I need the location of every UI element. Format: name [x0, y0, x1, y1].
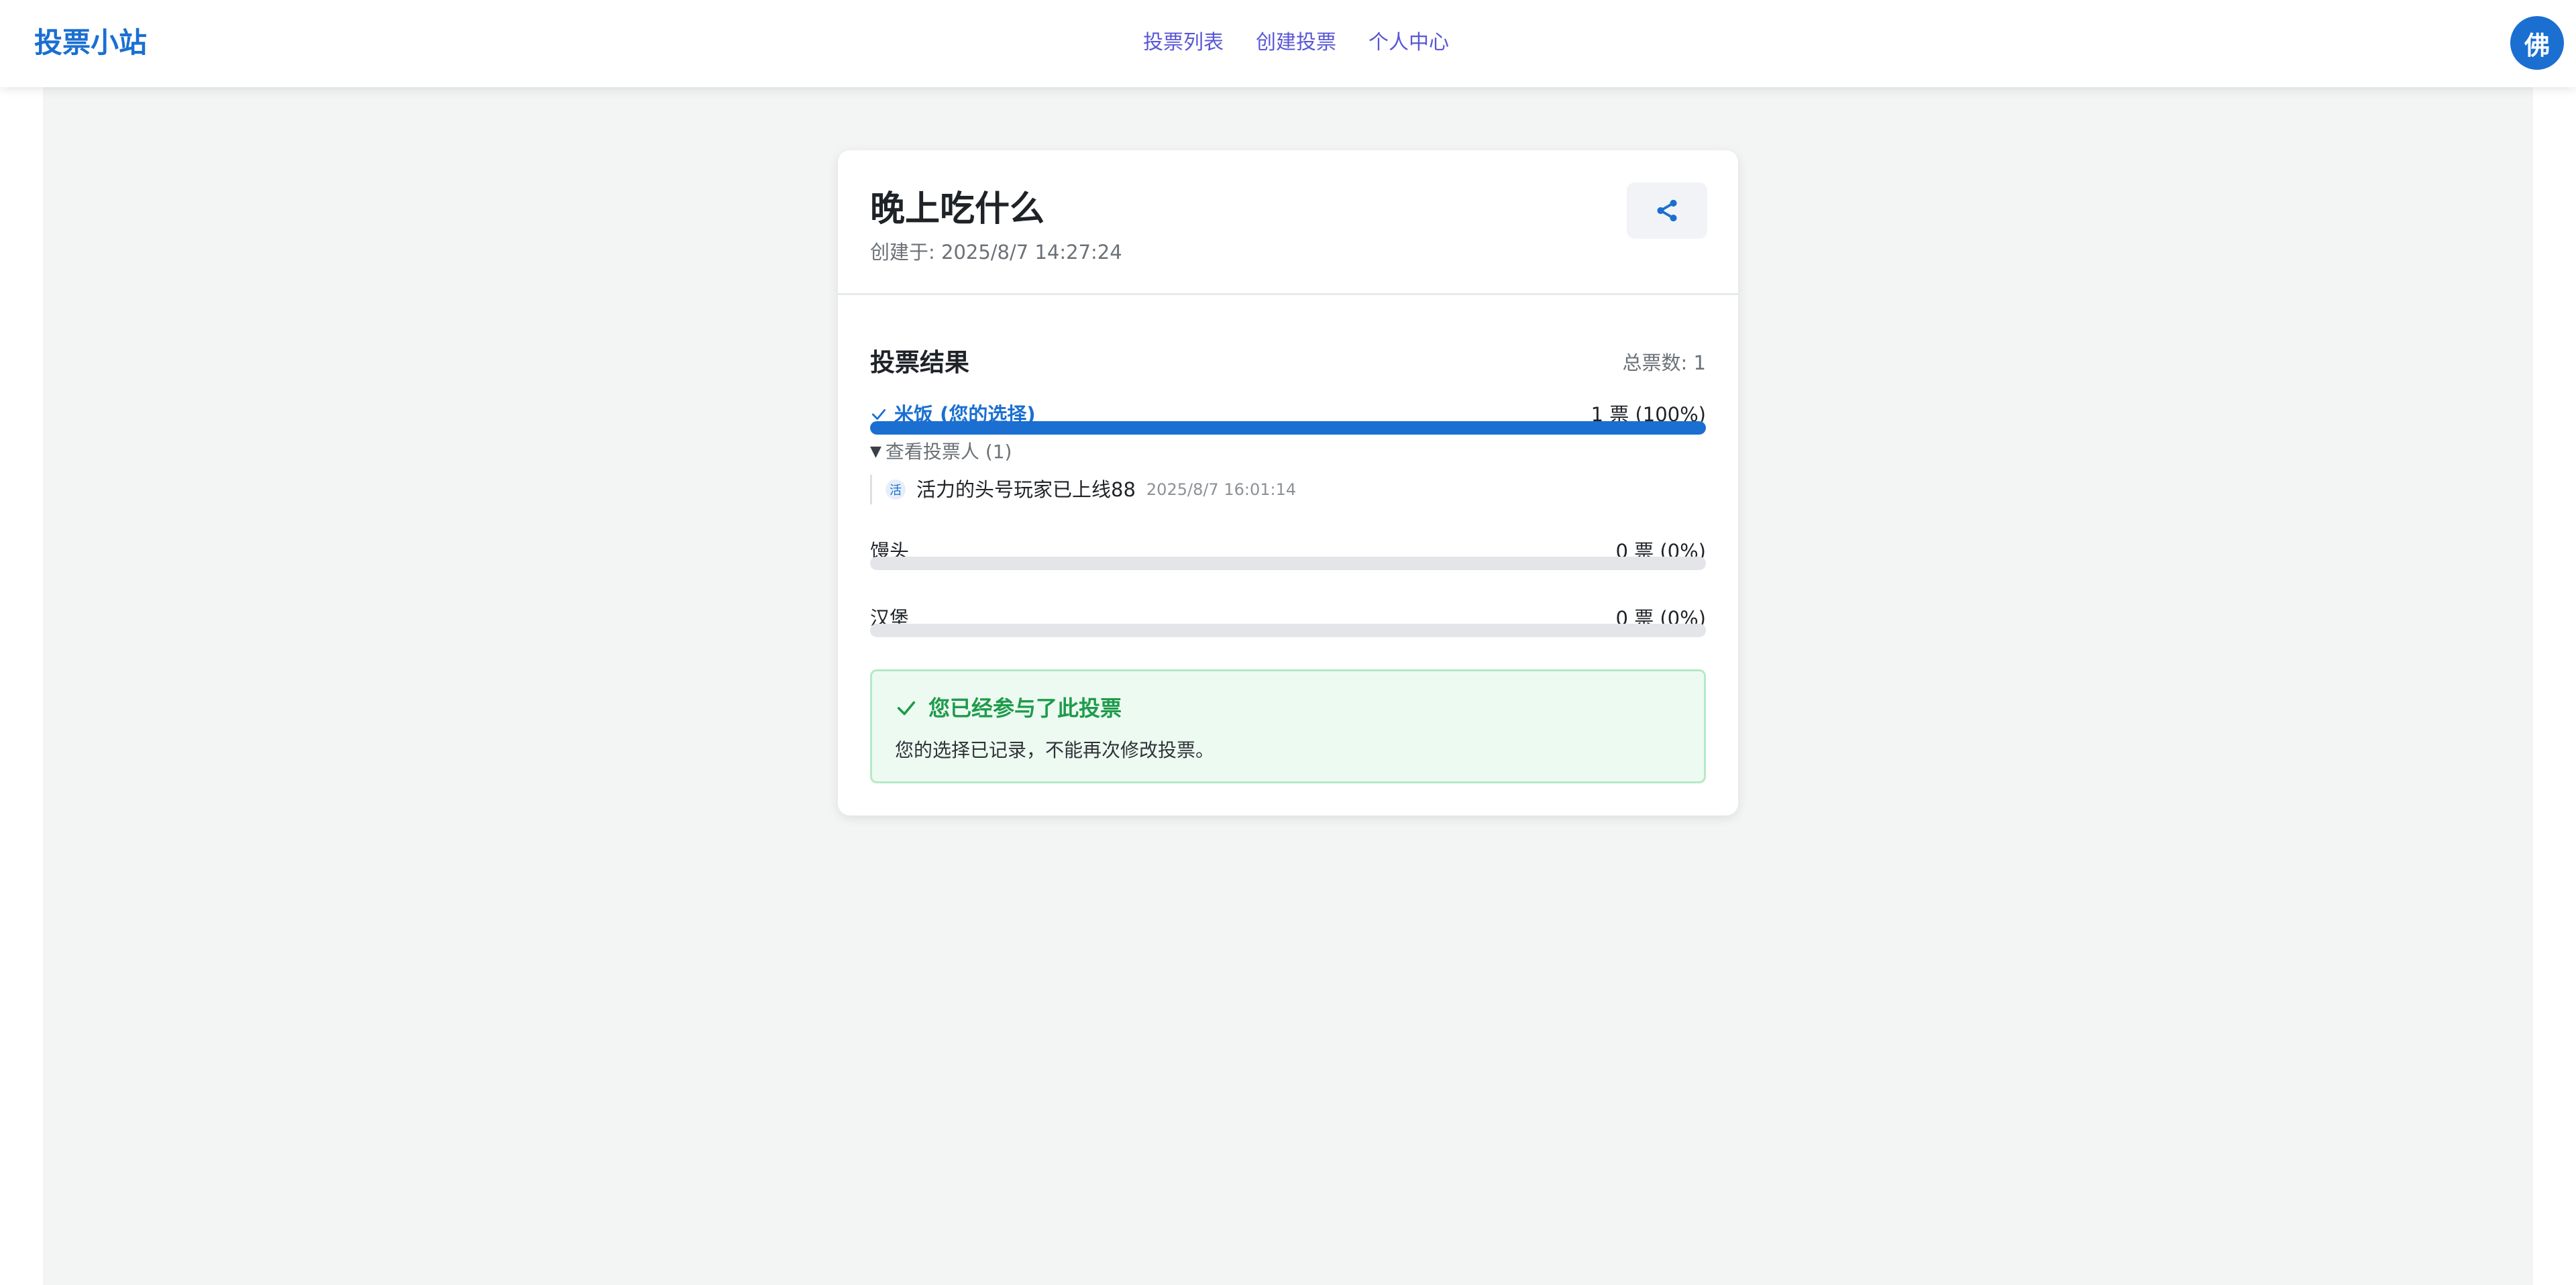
share-button[interactable] [1627, 182, 1707, 239]
option-progress-bar [870, 557, 1706, 570]
option-progress-fill [870, 421, 1706, 435]
top-navbar: 投票小站 投票列表 创建投票 个人中心 佛 [0, 0, 2576, 87]
poll-title: 晚上吃什么 [870, 189, 1045, 229]
share-icon [1657, 199, 1677, 222]
view-voters-label: 查看投票人 (1) [885, 441, 1012, 463]
nav-link-profile[interactable]: 个人中心 [1368, 28, 1449, 58]
voted-notice: 您已经参与了此投票 您的选择已记录，不能再次修改投票。 [870, 669, 1706, 783]
total-votes: 总票数: 1 [1622, 351, 1706, 374]
user-avatar[interactable]: 佛 [2510, 16, 2564, 70]
poll-card-header: 晚上吃什么 创建于: 2025/8/7 14:27:24 [838, 150, 1738, 295]
voter-name: 活力的头号玩家已上线88 [916, 478, 1136, 501]
option-progress-bar [870, 421, 1706, 435]
option-progress-bar [870, 624, 1706, 637]
nav-links: 投票列表 创建投票 个人中心 [1143, 28, 1449, 58]
voted-notice-title: 您已经参与了此投票 [928, 695, 1122, 721]
check-icon [897, 701, 916, 716]
brand-logo[interactable]: 投票小站 [34, 23, 147, 63]
results-title: 投票结果 [870, 348, 969, 377]
voter-avatar: 活 [885, 480, 906, 500]
nav-link-poll-list[interactable]: 投票列表 [1143, 28, 1224, 58]
voted-notice-text: 您的选择已记录，不能再次修改投票。 [895, 739, 1215, 761]
nav-link-create-poll[interactable]: 创建投票 [1256, 28, 1336, 58]
view-voters-toggle[interactable]: ▼ 查看投票人 (1) [870, 437, 1012, 467]
voted-notice-title-row: 您已经参与了此投票 [895, 691, 1122, 725]
poll-created-time: 创建于: 2025/8/7 14:27:24 [870, 241, 1122, 264]
voter-time: 2025/8/7 16:01:14 [1146, 480, 1297, 499]
voter-entry: 活 活力的头号玩家已上线88 2025/8/7 16:01:14 [870, 475, 1296, 504]
caret-down-icon: ▼ [870, 443, 881, 460]
